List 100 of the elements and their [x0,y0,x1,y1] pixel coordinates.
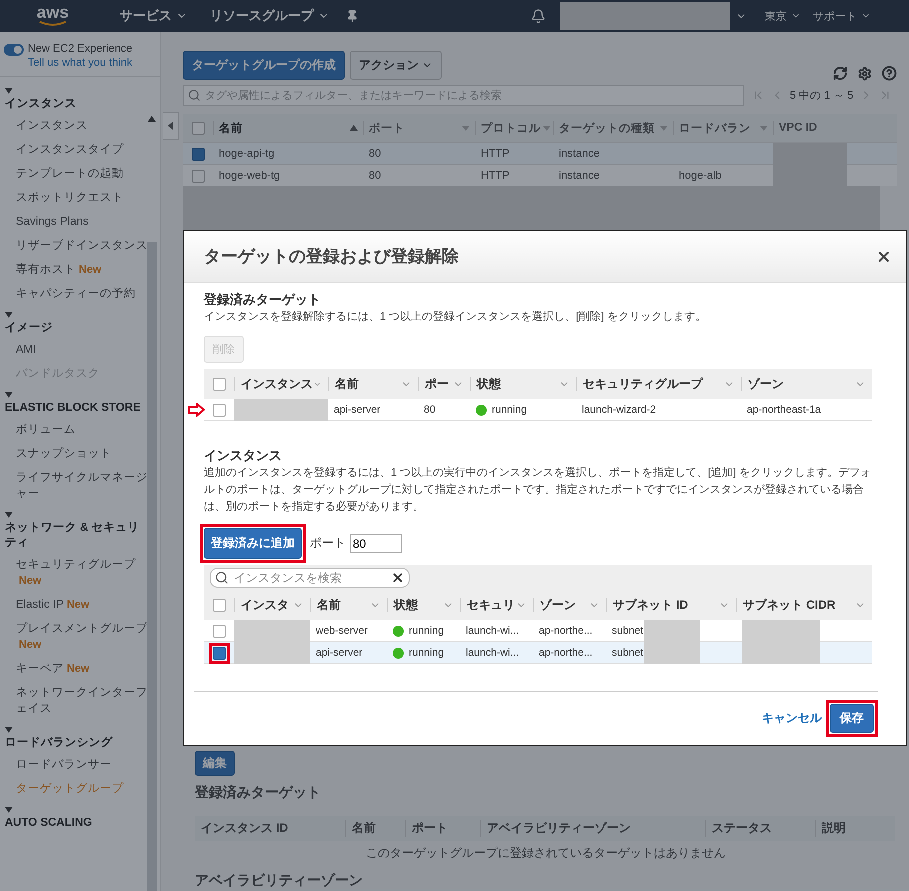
nav-item[interactable]: AMI [5,339,148,363]
save-button[interactable]: 保存 [830,704,874,733]
nav-item[interactable]: スポットリクエスト [5,187,148,211]
collapse-handle[interactable] [162,112,178,140]
nav-item[interactable]: ボリューム [5,419,148,443]
table-cell-text: 80 [423,404,437,416]
nav-item[interactable]: インスタンスタイプ [5,139,148,163]
table-cell-text: hoge-web-tg [218,170,282,182]
nav-item[interactable]: ネットワークインターフェイス [5,682,148,722]
nav-item[interactable]: キャパシティーの予約 [5,283,148,307]
feedback-link[interactable]: Tell us what you think [28,56,133,70]
nav-item[interactable]: Savings Plans [5,211,148,235]
column-header[interactable]: 名前 [328,377,418,391]
pin-icon[interactable] [346,10,359,22]
collapse-triangle-icon[interactable] [5,88,13,94]
column-header[interactable]: 名前 [213,121,363,135]
sort-icon[interactable] [462,126,470,130]
search-field[interactable]: インスタンスを検索 [210,568,410,588]
actions-button[interactable]: アクション [350,51,442,80]
column-header[interactable]: プロトコル [475,121,553,135]
table-cell-text: api-server [333,404,382,416]
column-header[interactable]: ポー [418,377,470,391]
table-cell: subnet [612,625,644,637]
nav-item[interactable]: Elastic IP New [5,594,148,618]
nav-item[interactable]: キーペア New [5,658,148,682]
column-header[interactable]: インスタ [234,598,310,612]
column-header[interactable]: ゾーン [741,377,872,391]
redaction-block [644,642,700,664]
create-target-group-button[interactable]: ターゲットグループの作成 [183,51,345,80]
column-header[interactable]: ポート [363,121,475,135]
nav-item[interactable]: インスタンス [5,115,148,139]
checkbox[interactable] [212,378,226,390]
column-header[interactable]: セキュリティグループ [576,377,741,391]
status-text: running [492,404,528,416]
table-cell-text: web-server [315,625,369,637]
collapse-triangle-icon[interactable] [5,312,13,318]
table-cell: subnet [612,647,644,659]
search-input[interactable]: インスタンスを検索 [232,570,388,586]
dialog-title: ターゲットの登録および登録解除 [204,246,459,268]
column-header[interactable]: VPC ID [773,121,897,135]
nav-item[interactable]: ターゲットグループ [5,778,148,802]
edit-button[interactable]: 編集 [195,751,235,776]
sort-icon[interactable] [760,126,768,130]
help-icon[interactable] [882,66,897,81]
collapse-triangle-icon[interactable] [5,807,13,813]
column-header[interactable]: ターゲットの種類 [553,121,673,135]
collapse-triangle-icon[interactable] [5,512,13,518]
table-cell-text: hoge-alb [678,170,723,182]
column-header[interactable]: 状態 [387,598,460,612]
checkbox[interactable] [192,170,204,182]
checkbox[interactable] [212,646,226,660]
experience-label: New EC2 Experience [28,42,133,56]
section-title: ELASTIC BLOCK STORE [5,401,142,416]
collapse-triangle-icon[interactable] [5,727,13,733]
table-cell-text: ap-northe... [538,625,594,637]
column-header[interactable]: サブネット ID [606,598,736,612]
checkbox[interactable] [212,624,226,638]
nav-item[interactable]: ライフサイクルマネージャー [5,467,148,507]
nav-item[interactable]: セキュリティグループ New [5,554,148,594]
nav-item[interactable]: ロードバランサー [5,754,148,778]
cancel-link[interactable]: キャンセル [762,710,822,727]
column-header[interactable]: ロードバラン [673,121,773,135]
settings-icon[interactable] [858,66,872,80]
collapse-triangle-icon[interactable] [5,392,13,398]
scroll-up-icon[interactable] [148,116,156,122]
nav-item[interactable]: スナップショット [5,443,148,467]
notification-bell-icon[interactable] [531,8,546,24]
port-field[interactable]: 80 [350,534,402,553]
nav-item[interactable]: 専有ホスト New [5,259,148,283]
checkbox[interactable] [192,148,204,160]
column-header[interactable]: 状態 [470,377,576,391]
sort-ascending-icon[interactable] [350,125,358,131]
placeholder-text: タグや属性によるフィルター、またはキーワードによる検索 [205,88,502,103]
table-cell-text: hoge-api-tg [218,148,276,160]
clear-icon[interactable] [391,571,405,585]
section-heading: 登録済みターゲット [204,291,322,309]
toggle-switch[interactable] [4,44,24,56]
aws-logo[interactable]: aws [8,5,98,27]
column-header: 説明 [815,820,895,837]
column-header[interactable]: サブネット CIDR [736,598,872,612]
top-menu[interactable]: リソースグループ [210,7,330,25]
add-to-registered-button[interactable]: 登録済みに追加 [204,528,302,559]
checkbox[interactable] [212,404,226,416]
description-text: インスタンスを登録解除するには、1 つ以上の登録インスタンスを選択し、[削除] をクリックします。 [204,310,708,325]
nav-item[interactable]: リザーブドインスタンス [5,235,148,259]
column-header[interactable]: 名前 [310,598,387,612]
sort-icon[interactable] [660,126,668,130]
support-menu[interactable]: サポート [813,8,871,24]
region-menu[interactable]: 東京 [765,8,801,24]
top-menu[interactable]: サービス [120,7,188,25]
sort-icon[interactable] [543,126,551,130]
checkbox[interactable] [192,122,204,134]
refresh-icon[interactable] [833,66,848,81]
nav-item[interactable]: テンプレートの起動 [5,163,148,187]
column-header[interactable]: インスタンス [234,377,328,391]
checkbox[interactable] [212,598,226,612]
column-header[interactable]: セキュリ [460,598,533,612]
scrollbar-thumb[interactable] [147,242,157,891]
table-cell-text: HTTP [480,148,511,160]
column-header[interactable]: ゾーン [533,598,606,612]
